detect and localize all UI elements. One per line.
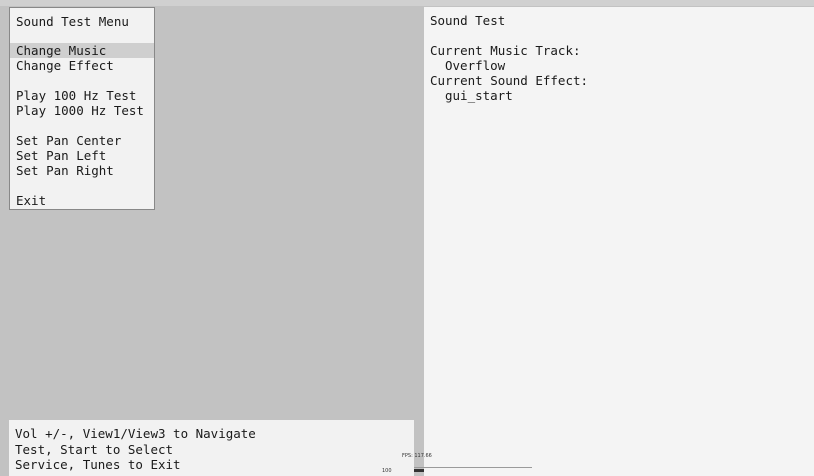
- top-edge: [0, 0, 814, 6]
- fps-graph-baseline: [414, 467, 532, 468]
- fps-graph-bar: [414, 469, 424, 472]
- current-effect-label: Current Sound Effect:: [430, 73, 589, 88]
- menu-item-pan-right[interactable]: Set Pan Right: [10, 163, 154, 178]
- current-music-label: Current Music Track:: [430, 43, 581, 58]
- menu-item-change-music[interactable]: Change Music: [10, 43, 154, 58]
- help-line-select: Test, Start to Select: [15, 442, 174, 457]
- current-music-value: Overflow: [445, 58, 506, 73]
- fps-scale-label: 100: [382, 468, 392, 474]
- sound-test-info-panel: Sound Test Current Music Track: Overflow…: [424, 7, 814, 476]
- menu-item-pan-center[interactable]: Set Pan Center: [10, 133, 154, 148]
- current-effect-value: gui_start: [445, 88, 513, 103]
- controls-help: Vol +/-, View1/View3 to Navigate Test, S…: [9, 420, 414, 476]
- fps-overlay: FPS: 117.66 100: [378, 450, 538, 476]
- info-title: Sound Test: [430, 13, 506, 28]
- menu-item-play-100hz[interactable]: Play 100 Hz Test: [10, 88, 154, 103]
- sound-test-menu: Sound Test Menu Change Music Change Effe…: [9, 7, 155, 210]
- help-line-exit: Service, Tunes to Exit: [15, 457, 181, 472]
- menu-item-pan-left[interactable]: Set Pan Left: [10, 148, 154, 163]
- menu-item-change-effect[interactable]: Change Effect: [10, 58, 154, 73]
- menu-title: Sound Test Menu: [16, 14, 129, 29]
- fps-readout: FPS: 117.66: [402, 453, 432, 459]
- menu-item-play-1000hz[interactable]: Play 1000 Hz Test: [10, 103, 154, 118]
- menu-item-exit[interactable]: Exit: [10, 193, 154, 208]
- help-line-navigate: Vol +/-, View1/View3 to Navigate: [15, 426, 256, 441]
